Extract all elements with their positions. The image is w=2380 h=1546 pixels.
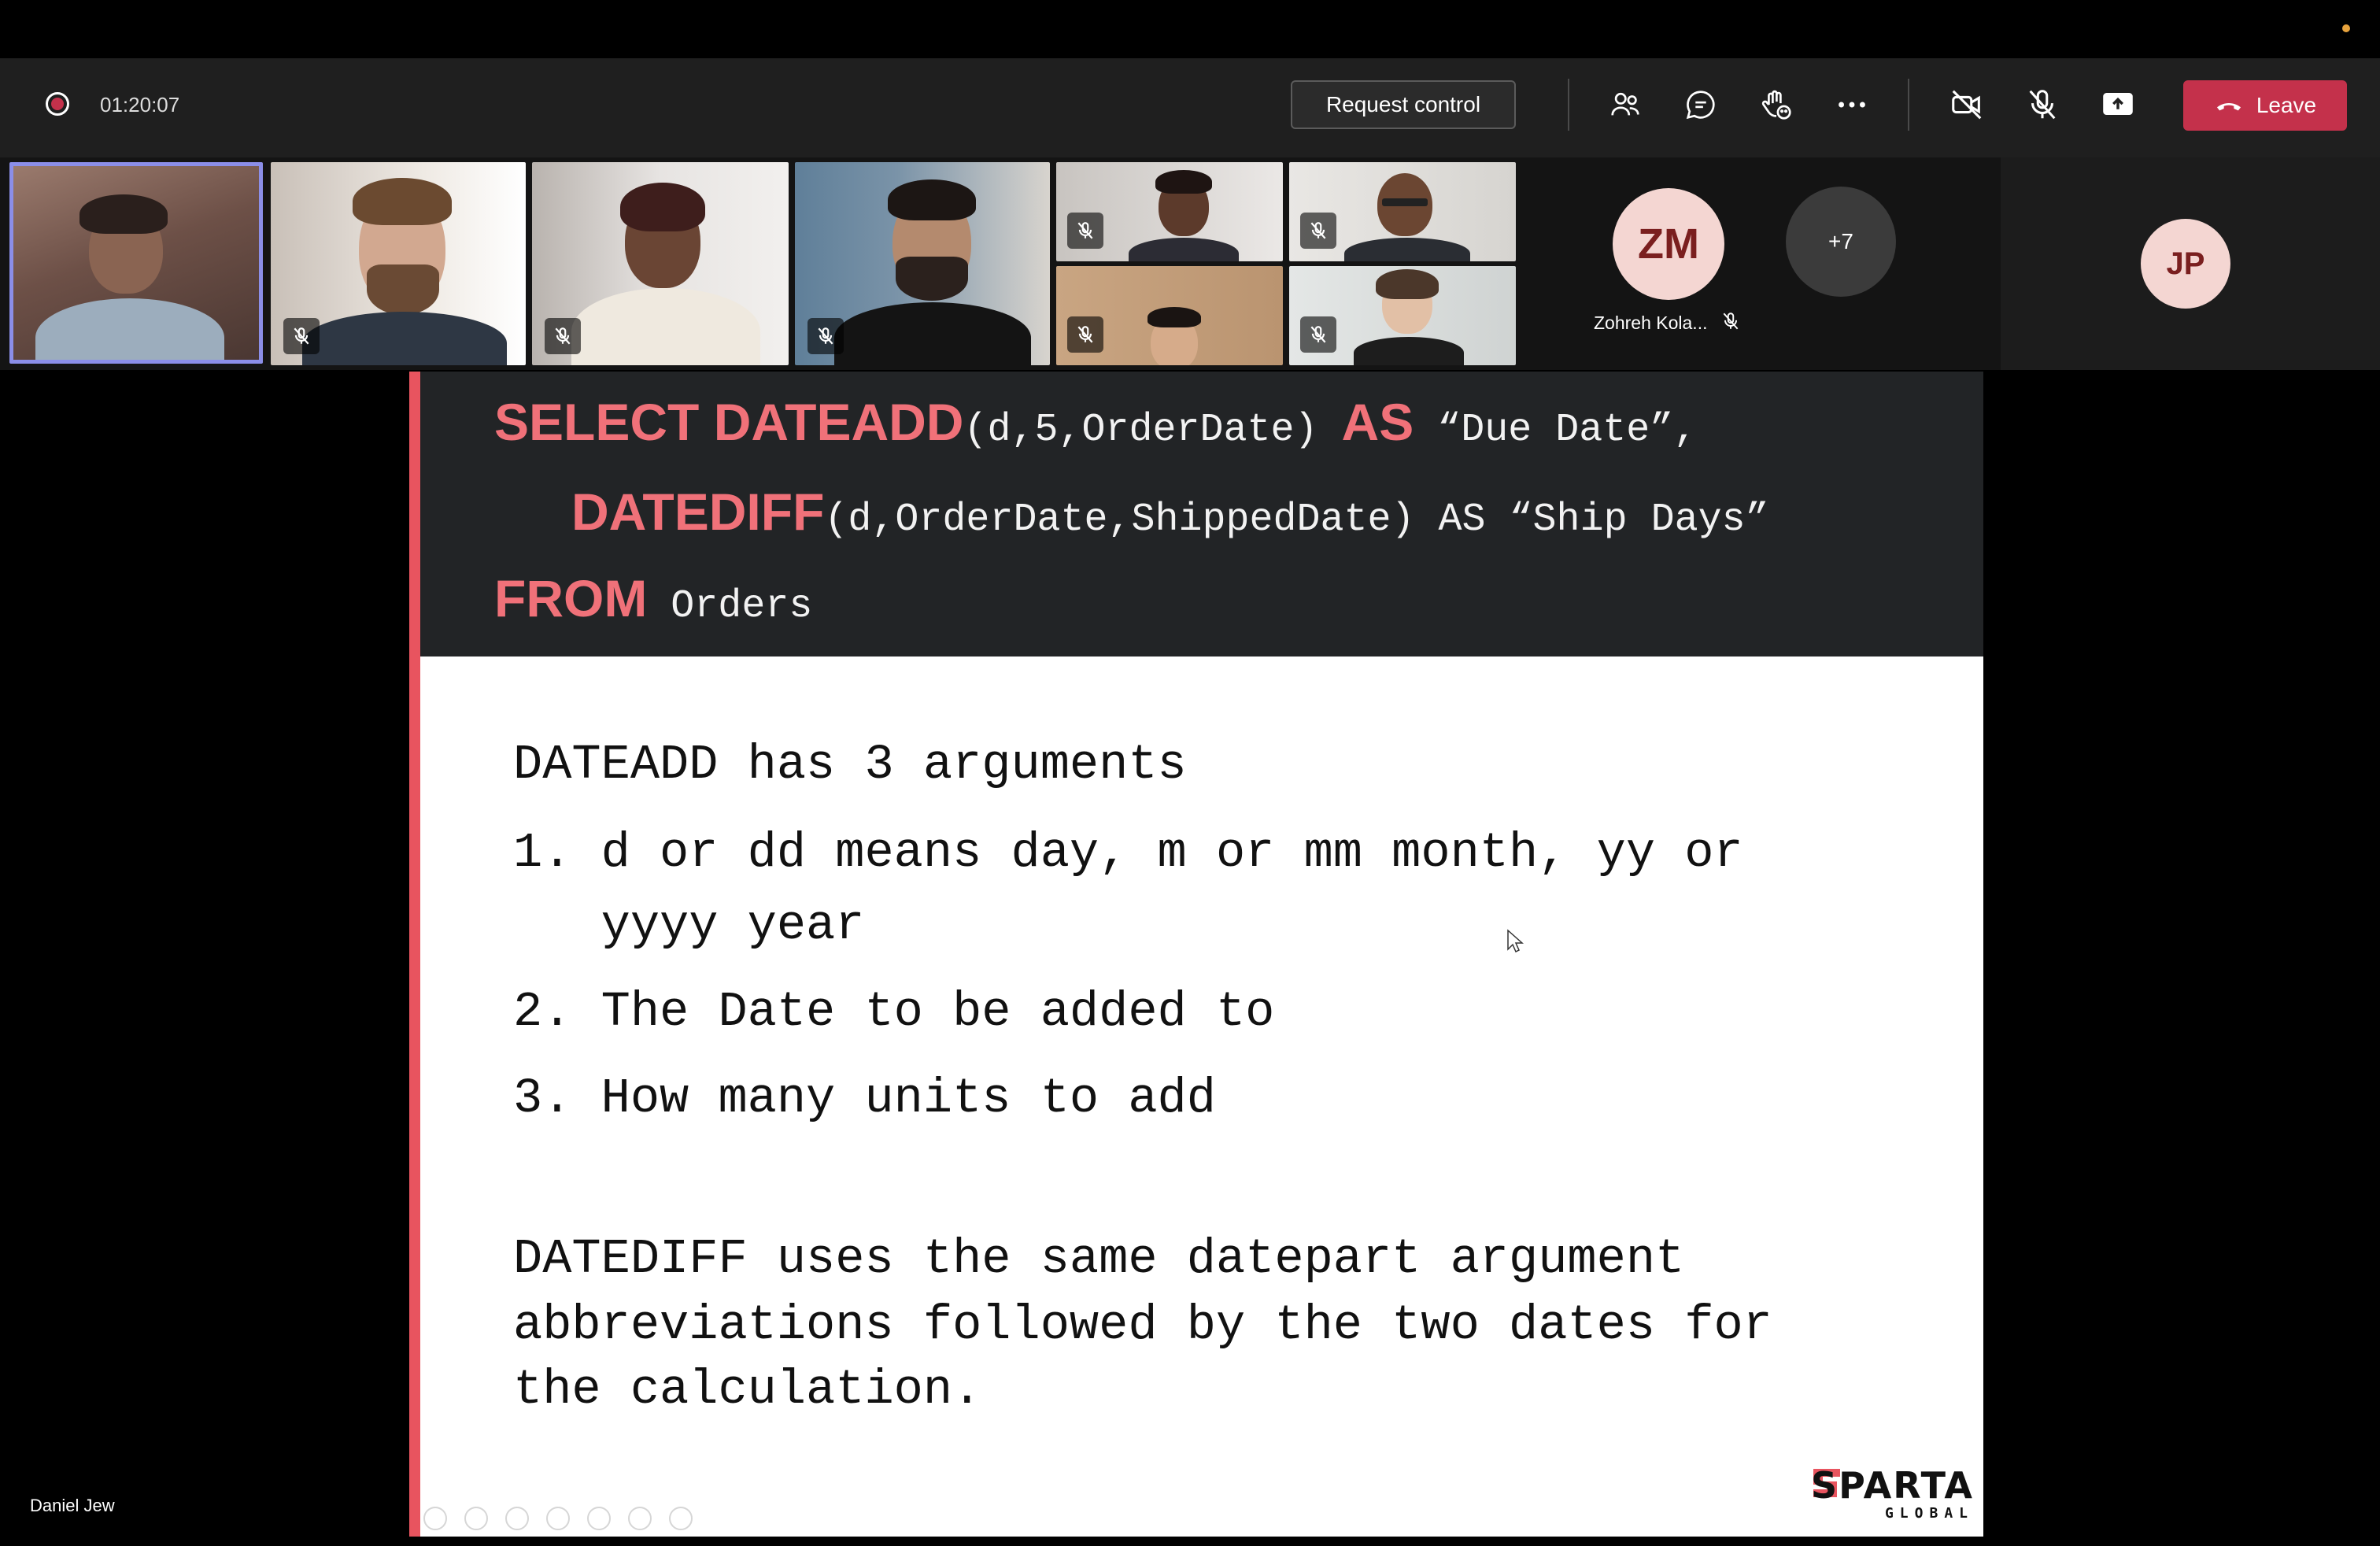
sql-code-block: SELECT DATEADD(d,5,OrderDate) AS “Due Da… <box>420 372 1983 656</box>
chat-icon <box>1686 91 1715 120</box>
notification-dot <box>2342 24 2350 32</box>
share-screen-icon <box>2103 93 2133 116</box>
all-slides-button[interactable] <box>546 1507 570 1530</box>
subtitles-button[interactable] <box>628 1507 652 1530</box>
hang-up-icon <box>2216 103 2241 111</box>
participant-muted-indicator <box>1067 316 1103 353</box>
people-button[interactable] <box>1602 82 1648 128</box>
code-text: (d,OrderDate,ShippedDate) AS “Ship Days” <box>824 497 1769 542</box>
participant-muted-indicator <box>1067 213 1103 249</box>
microphone-toggle-button[interactable] <box>2020 82 2065 128</box>
video-tile-participant[interactable] <box>1289 266 1516 365</box>
more-participants-button[interactable]: +7 <box>1786 187 1896 297</box>
code-keyword: AS <box>1341 393 1414 451</box>
next-slide-button[interactable] <box>464 1507 488 1530</box>
mic-off-icon <box>2029 90 2056 120</box>
code-line: FROM Orders <box>494 568 812 629</box>
camera-off-icon <box>1952 90 1982 120</box>
code-keyword: SELECT DATEADD <box>494 393 964 451</box>
mic-off-icon <box>1077 326 1093 343</box>
mic-off-icon <box>1310 326 1326 343</box>
participant-name: Zohreh Kola... <box>1594 313 1708 333</box>
more-slide-options-button[interactable] <box>669 1507 693 1530</box>
leave-label: Leave <box>2256 93 2317 117</box>
participant-muted-indicator <box>283 318 320 354</box>
code-text: (d,5,OrderDate) <box>963 408 1342 453</box>
participant-muted-indicator <box>545 318 581 354</box>
more-options-button[interactable] <box>1829 82 1875 128</box>
mouse-cursor-icon <box>1507 929 1524 953</box>
sparta-global-logo: SPARTA GLOBAL <box>1809 1464 1974 1527</box>
meeting-timer: 01:20:07 <box>100 93 180 117</box>
slide-paragraph-line: abbreviations followed by the two dates … <box>513 1297 1772 1353</box>
code-line: DATEDIFF(d,OrderDate,ShippedDate) AS “Sh… <box>571 482 1769 542</box>
self-avatar-jp[interactable]: JP <box>2141 219 2230 309</box>
previous-slide-button[interactable] <box>423 1507 447 1530</box>
mic-off-icon <box>818 327 833 345</box>
slide-paragraph-line: the calculation. <box>513 1362 982 1418</box>
code-text: “Due Date”, <box>1414 408 1698 453</box>
slide-navigation-controls <box>423 1507 693 1530</box>
toolbar-divider <box>1568 79 1569 131</box>
list-item: 1. d or dd means day, m or mm month, yy … <box>513 825 1743 881</box>
logo-wordmark: SPARTA <box>1811 1464 1974 1507</box>
slide-accent-bar <box>409 372 420 1537</box>
slide-paragraph-line: DATEDIFF uses the same datepart argument <box>513 1231 1685 1287</box>
chat-button[interactable] <box>1678 82 1724 128</box>
participant-muted-indicator <box>1300 316 1336 353</box>
video-tile-participant[interactable] <box>1289 162 1516 261</box>
mic-off-icon <box>1723 313 1739 330</box>
people-icon <box>1611 92 1639 116</box>
raise-hand-button[interactable] <box>1754 82 1799 128</box>
leave-button[interactable]: Leave <box>2183 80 2347 131</box>
participant-muted-indicator <box>808 318 844 354</box>
video-tile-participant[interactable] <box>271 162 526 365</box>
title-bar <box>0 0 2380 58</box>
video-tile-participant[interactable] <box>532 162 789 365</box>
logo-subtitle: GLOBAL <box>1884 1505 1974 1522</box>
participant-avatar-zm[interactable]: ZM <box>1613 188 1724 300</box>
mic-off-icon <box>1077 222 1093 239</box>
mic-off-icon <box>555 327 571 345</box>
code-keyword: FROM <box>494 569 648 627</box>
share-screen-button[interactable] <box>2095 82 2141 128</box>
list-item: 2. The Date to be added to <box>513 984 1275 1040</box>
pen-tool-button[interactable] <box>505 1507 529 1530</box>
recording-icon <box>46 92 69 116</box>
raise-hand-icon <box>1761 90 1791 120</box>
camera-toggle-button[interactable] <box>1944 82 1990 128</box>
slide-heading: DATEADD has 3 arguments <box>513 737 1187 793</box>
mic-off-icon <box>1310 222 1326 239</box>
mic-off-icon <box>294 327 309 345</box>
video-tile-participant[interactable] <box>795 162 1050 365</box>
toolbar-divider <box>1908 79 1909 131</box>
zoom-button[interactable] <box>587 1507 611 1530</box>
list-item: 3. How many units to add <box>513 1071 1216 1126</box>
presenter-name: Daniel Jew <box>30 1496 115 1515</box>
more-icon <box>1839 102 1865 108</box>
request-control-button[interactable]: Request control <box>1291 80 1516 129</box>
code-text: Orders <box>647 584 813 629</box>
video-tile-participant[interactable] <box>1056 162 1283 261</box>
code-keyword: DATEDIFF <box>571 483 825 541</box>
participant-muted-indicator <box>1300 213 1336 249</box>
video-tile-participant[interactable] <box>1056 266 1283 365</box>
shared-slide: SELECT DATEADD(d,5,OrderDate) AS “Due Da… <box>409 372 1983 1537</box>
list-item-continuation: yyyy year <box>513 897 865 953</box>
video-tile-active-speaker[interactable] <box>9 162 263 364</box>
code-line: SELECT DATEADD(d,5,OrderDate) AS “Due Da… <box>494 392 1697 453</box>
